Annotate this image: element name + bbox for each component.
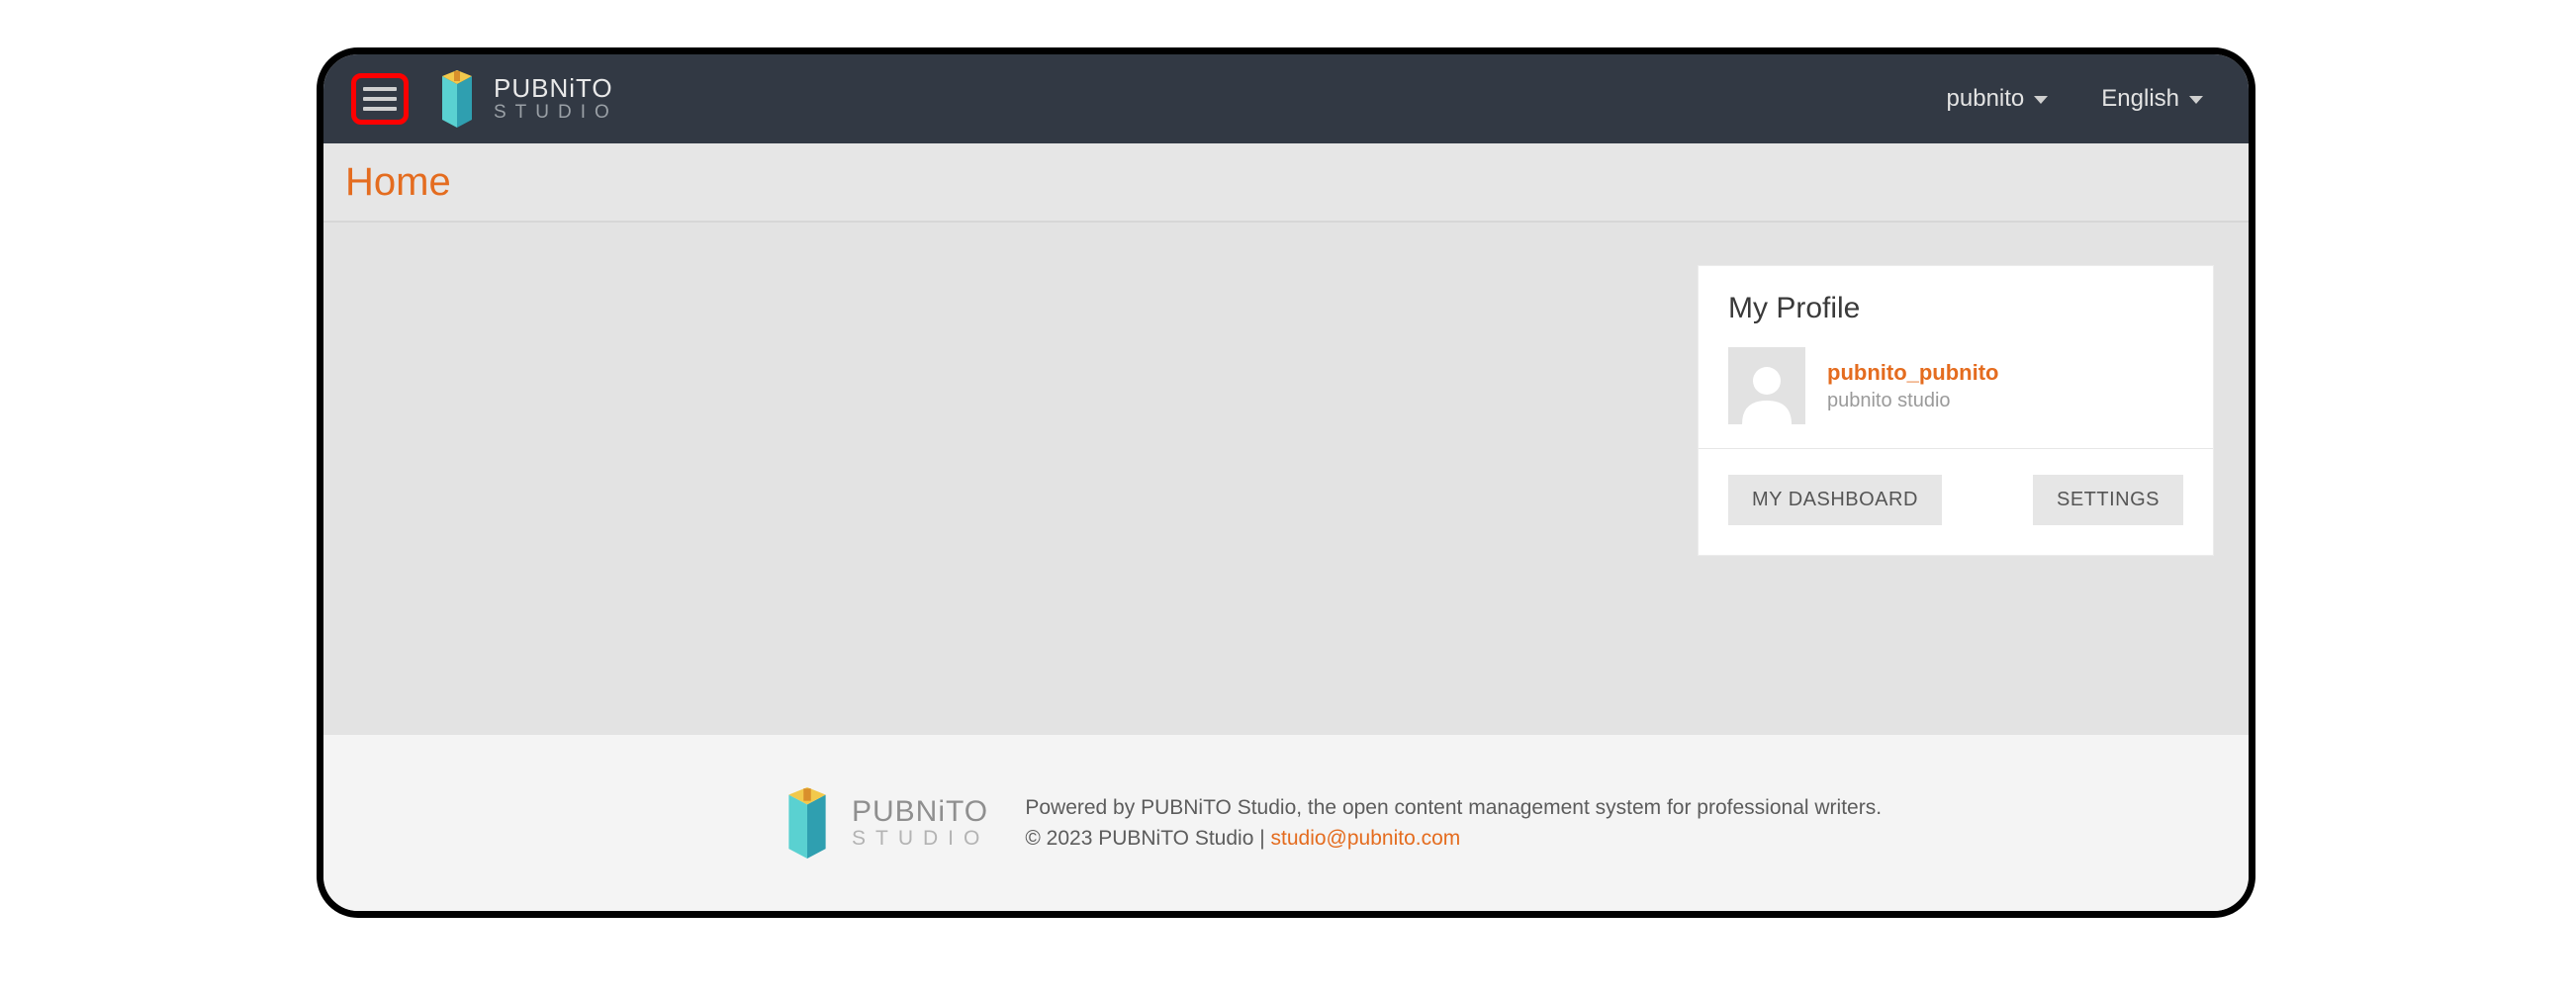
brand-title: PUBNiTO [494,75,618,102]
navbar: PUBNiTO STUDIO pubnito English [323,54,2249,143]
footer-copyright: © 2023 PUBNiTO Studio | [1025,827,1270,850]
brand-text: PUBNiTO STUDIO [494,75,618,122]
hamburger-menu-button[interactable] [351,73,409,125]
profile-actions: MY DASHBOARD SETTINGS [1728,475,2183,525]
footer-powered-by: Powered by PUBNiTO Studio, the open cont… [1025,792,1882,824]
profile-username-link[interactable]: pubnito_pubnito [1827,360,1999,386]
app-window: PUBNiTO STUDIO pubnito English Home My P… [317,47,2255,918]
footer-brand-subtitle: STUDIO [852,828,989,850]
profile-card-title: My Profile [1728,292,2183,325]
brand-logo-icon [434,70,480,128]
footer-email-link[interactable]: studio@pubnito.com [1271,827,1461,850]
footer: PUBNiTO STUDIO Powered by PUBNiTO Studio… [323,733,2249,911]
footer-brand: PUBNiTO STUDIO [779,787,989,859]
page-title-bar: Home [323,143,2249,223]
profile-meta: pubnito_pubnito pubnito studio [1827,360,1999,412]
brand-subtitle: STUDIO [494,103,618,123]
my-dashboard-button[interactable]: MY DASHBOARD [1728,475,1942,525]
avatar [1728,347,1805,424]
footer-brand-title: PUBNiTO [852,796,989,828]
language-menu[interactable]: English [2083,77,2221,121]
chevron-down-icon [2189,96,2203,104]
language-menu-label: English [2101,85,2179,113]
chevron-down-icon [2034,96,2048,104]
footer-text: Powered by PUBNiTO Studio, the open cont… [1025,792,1882,855]
profile-card: My Profile pubnito_pubnito pubnito studi… [1699,266,2213,555]
profile-org: pubnito studio [1827,390,1999,412]
user-menu[interactable]: pubnito [1929,77,2067,121]
content-area: My Profile pubnito_pubnito pubnito studi… [323,223,2249,733]
hamburger-icon [363,87,397,111]
settings-button[interactable]: SETTINGS [2033,475,2183,525]
user-menu-label: pubnito [1947,85,2025,113]
avatar-placeholder-icon [1732,355,1801,424]
footer-logo-icon [779,787,836,859]
profile-row: pubnito_pubnito pubnito studio [1699,347,2213,449]
page-title: Home [345,160,451,205]
brand[interactable]: PUBNiTO STUDIO [434,70,618,128]
